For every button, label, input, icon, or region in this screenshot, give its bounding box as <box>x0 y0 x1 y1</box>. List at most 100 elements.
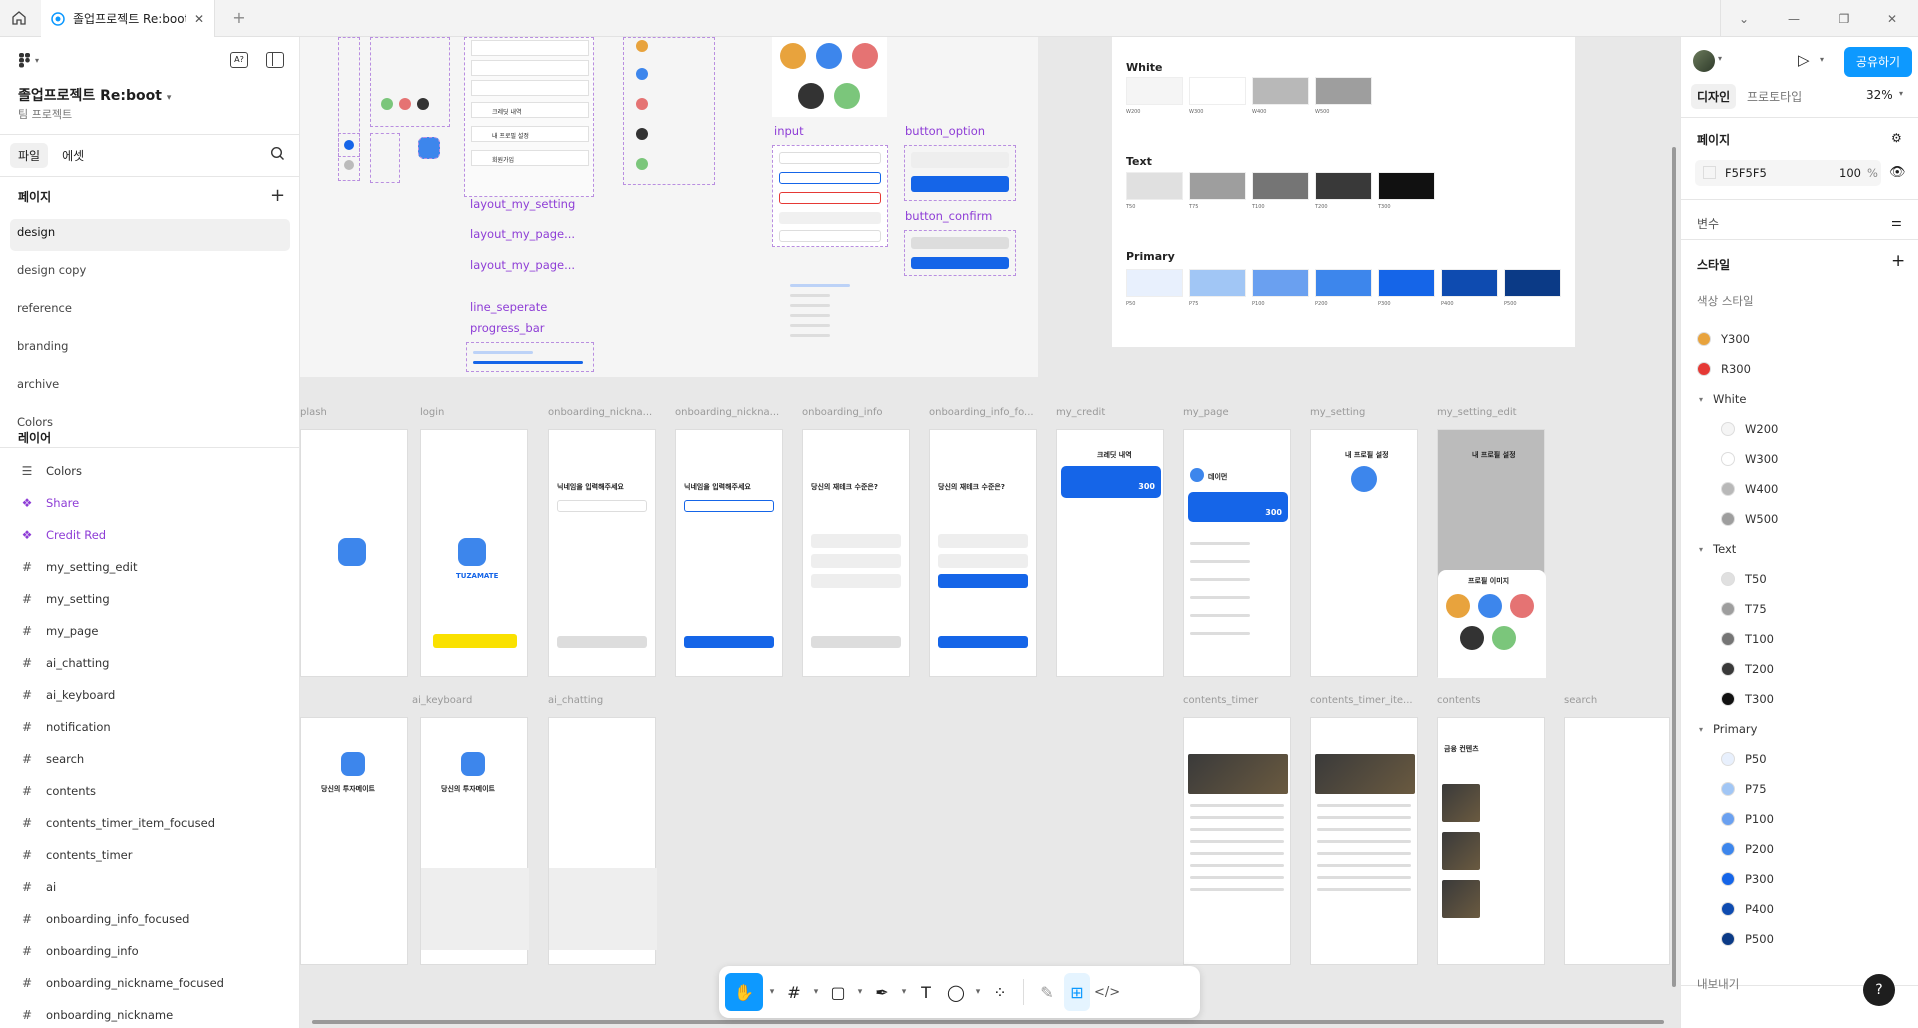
chevron-down-icon[interactable]: ▾ <box>767 973 777 1011</box>
phone-frame[interactable] <box>1564 717 1670 965</box>
phone-frame[interactable]: 닉네임을 입력해주세요 <box>548 429 656 677</box>
frame-label[interactable]: my_page <box>1183 407 1229 418</box>
style-item[interactable]: P75 <box>1721 782 1918 796</box>
component-label[interactable]: layout_my_setting <box>470 197 575 211</box>
frame-tool-icon[interactable]: # <box>781 973 807 1011</box>
frame-label[interactable]: contents_timer_ite... <box>1310 695 1413 706</box>
style-item[interactable]: T200 <box>1721 662 1918 676</box>
frame-label[interactable]: ai_keyboard <box>412 695 472 706</box>
text-tool-icon[interactable]: T <box>913 973 939 1011</box>
phone-frame[interactable]: 닉네임을 입력해주세요 <box>675 429 783 677</box>
export-heading[interactable]: 내보내기 <box>1697 976 1739 992</box>
phone-frame[interactable]: 당신의 재테크 수준은? <box>802 429 910 677</box>
comment-tool-icon[interactable]: ◯ <box>943 973 969 1011</box>
frame-label[interactable]: onboarding_nickna... <box>548 407 652 418</box>
draw-mode-icon[interactable]: ✎ <box>1034 973 1060 1011</box>
bg-hex[interactable]: F5F5F5 <box>1725 166 1767 180</box>
page-item-design-copy[interactable]: design copy <box>10 257 290 289</box>
frame-label[interactable]: ai_chatting <box>548 695 603 706</box>
design-mode-icon[interactable]: ⊞ <box>1064 973 1090 1011</box>
tab-design[interactable]: 디자인 <box>1691 84 1737 109</box>
actions-tool-icon[interactable]: ⁘ <box>987 973 1013 1011</box>
component-label[interactable]: button_option <box>905 124 985 138</box>
add-style-icon[interactable]: + <box>1891 251 1905 271</box>
style-group[interactable]: ▾ Text <box>1699 542 1909 556</box>
present-play-icon[interactable]: ▷ <box>1798 51 1810 69</box>
layer-item[interactable]: # contents_timer <box>10 839 290 871</box>
share-button[interactable]: 공유하기 <box>1844 47 1912 77</box>
layer-item[interactable]: # contents <box>10 775 290 807</box>
style-item[interactable]: T300 <box>1721 692 1918 706</box>
close-window-button[interactable]: ✕ <box>1868 0 1916 37</box>
style-item[interactable]: P200 <box>1721 842 1918 856</box>
tab-prototype[interactable]: 프로토타입 <box>1747 88 1802 105</box>
layer-item[interactable]: # onboarding_info <box>10 935 290 967</box>
restore-button[interactable]: ❐ <box>1820 0 1868 37</box>
style-item[interactable]: P50 <box>1721 752 1918 766</box>
component-label[interactable]: line_seperate <box>470 300 547 314</box>
component-label[interactable]: input <box>774 124 804 138</box>
phone-frame[interactable]: 데이먼 300 <box>1183 429 1291 677</box>
phone-frame[interactable]: 내 프로필 설정 <box>1310 429 1418 677</box>
style-item[interactable]: T75 <box>1721 602 1918 616</box>
style-item[interactable]: R300 <box>1697 362 1907 376</box>
frame-label[interactable]: my_setting_edit <box>1437 407 1517 418</box>
layer-item[interactable]: # ai_keyboard <box>10 679 290 711</box>
component-label[interactable]: layout_my_page... <box>470 258 575 272</box>
sidebar-toggle-icon[interactable] <box>266 52 284 68</box>
component-label[interactable]: button_confirm <box>905 209 992 223</box>
ai-assist-icon[interactable]: A? <box>230 52 248 68</box>
layer-item[interactable]: # ai <box>10 871 290 903</box>
eye-icon[interactable]: 👁 <box>1889 165 1906 180</box>
page-item-branding[interactable]: branding <box>10 333 290 365</box>
layer-item[interactable]: ☰ Colors <box>10 455 290 487</box>
tabs-menu-icon[interactable]: ⌄ <box>1720 0 1768 37</box>
home-icon[interactable] <box>8 7 30 29</box>
style-item[interactable]: W500 <box>1721 512 1918 526</box>
minimize-button[interactable]: — <box>1770 0 1818 37</box>
style-item[interactable]: P300 <box>1721 872 1918 886</box>
tab-files[interactable]: 파일 <box>10 142 49 168</box>
layer-item[interactable]: # ai_chatting <box>10 647 290 679</box>
layer-item[interactable]: # onboarding_nickname <box>10 999 290 1028</box>
component-label[interactable]: layout_my_page... <box>470 227 575 241</box>
layer-item[interactable]: # my_setting <box>10 583 290 615</box>
main-menu-button[interactable]: ▾ <box>18 52 39 68</box>
variables-icon[interactable]: ⚌ <box>1891 215 1902 229</box>
layer-item[interactable]: ❖ Share <box>10 487 290 519</box>
layer-item[interactable]: # contents_timer_item_focused <box>10 807 290 839</box>
new-tab-button[interactable]: + <box>229 8 249 28</box>
project-name[interactable]: 졸업프로젝트 Re:boot ▾ <box>18 85 171 105</box>
zoom-level[interactable]: 32% <box>1866 88 1893 102</box>
vertical-scrollbar[interactable] <box>1672 147 1676 987</box>
pen-tool-icon[interactable]: ✒ <box>869 973 895 1011</box>
chevron-down-icon[interactable]: ▾ <box>1699 395 1703 404</box>
chevron-down-icon[interactable]: ▾ <box>899 973 909 1011</box>
chevron-down-icon[interactable]: ▾ <box>1699 545 1703 554</box>
style-item[interactable]: W300 <box>1721 452 1918 466</box>
frame-label[interactable]: contents_timer <box>1183 695 1258 706</box>
search-icon[interactable] <box>270 146 285 164</box>
style-item[interactable]: P100 <box>1721 812 1918 826</box>
frame-label[interactable]: search <box>1564 695 1597 706</box>
layer-item[interactable]: # search <box>10 743 290 775</box>
add-page-icon[interactable]: + <box>270 185 285 206</box>
frame-label[interactable]: contents <box>1437 695 1481 706</box>
horizontal-scrollbar[interactable] <box>312 1020 1664 1024</box>
layer-item[interactable]: # my_page <box>10 615 290 647</box>
style-item[interactable]: Y300 <box>1697 332 1907 346</box>
phone-frame[interactable]: 당신의 투자메이트 <box>420 717 529 965</box>
page-background-field[interactable]: F5F5F5 100 % <box>1695 160 1881 186</box>
style-item[interactable]: P400 <box>1721 902 1918 916</box>
style-item[interactable]: T50 <box>1721 572 1918 586</box>
help-button[interactable]: ? <box>1863 974 1895 1006</box>
frame-label[interactable]: onboarding_info_fo... <box>929 407 1034 418</box>
phone-frame[interactable]: 당신의 재테크 수준은? <box>929 429 1037 677</box>
phone-frame[interactable] <box>1183 717 1291 965</box>
chevron-down-icon[interactable]: ▾ <box>855 973 865 1011</box>
style-group[interactable]: ▾ Primary <box>1699 722 1909 736</box>
color-swatch[interactable] <box>1703 166 1716 179</box>
rectangle-tool-icon[interactable]: ▢ <box>825 973 851 1011</box>
layer-item[interactable]: # notification <box>10 711 290 743</box>
close-tab-icon[interactable]: ✕ <box>194 12 204 26</box>
